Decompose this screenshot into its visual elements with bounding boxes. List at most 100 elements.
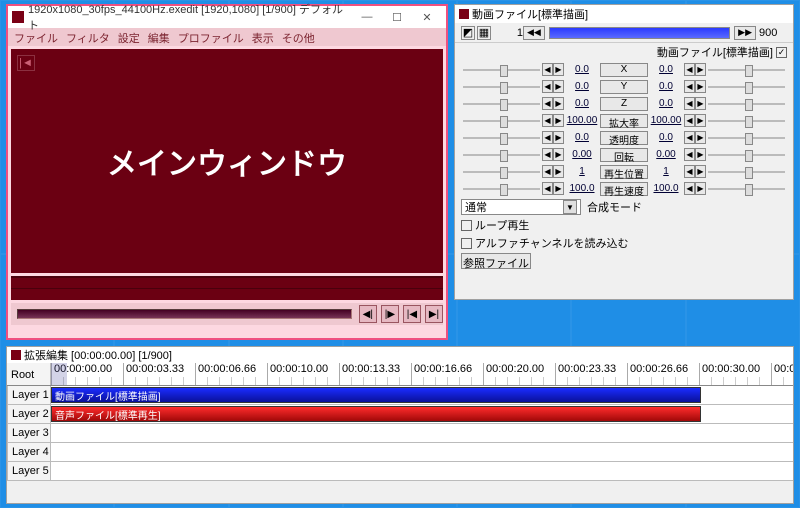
param-value-right[interactable]: 0.0 [648, 98, 684, 109]
step-inc-icon[interactable]: ▶ [553, 80, 564, 93]
layer-track[interactable] [51, 424, 793, 443]
param-slider-right[interactable] [706, 115, 787, 127]
param-button[interactable]: Y [600, 80, 648, 94]
step-dec-icon[interactable]: ◀ [684, 63, 695, 76]
settings-titlebar[interactable]: 動画ファイル[標準描画] [455, 5, 793, 23]
param-button[interactable]: 拡大率 [600, 114, 648, 128]
param-button[interactable]: Z [600, 97, 648, 111]
param-slider-left[interactable] [461, 98, 542, 110]
layer-label[interactable]: Layer 3 [7, 424, 51, 443]
param-value-left[interactable]: 0.0 [564, 81, 600, 92]
param-slider-right[interactable] [706, 166, 787, 178]
param-slider-left[interactable] [461, 166, 542, 178]
step-inc-icon[interactable]: ▶ [695, 182, 706, 195]
param-value-left[interactable]: 100.00 [564, 115, 600, 126]
layer-track[interactable]: 音声ファイル[標準再生] [51, 405, 793, 424]
video-clip[interactable]: 動画ファイル[標準描画] [51, 387, 701, 403]
step-inc-icon[interactable]: ▶ [695, 148, 706, 161]
step-dec-icon[interactable]: ◀ [684, 165, 695, 178]
step-dec-icon[interactable]: ◀ [542, 182, 553, 195]
frame-fwd-button[interactable]: ▶▶ [734, 26, 756, 40]
step-inc-icon[interactable]: ▶ [695, 165, 706, 178]
maximize-button[interactable]: ☐ [382, 8, 412, 26]
param-button[interactable]: X [600, 63, 648, 77]
layer-label[interactable]: Layer 1 [7, 386, 51, 405]
layer-label[interactable]: Layer 4 [7, 443, 51, 462]
layer-track[interactable] [51, 443, 793, 462]
param-value-right[interactable]: 100.00 [648, 115, 684, 126]
param-slider-left[interactable] [461, 81, 542, 93]
step-dec-icon[interactable]: ◀ [684, 182, 695, 195]
seek-prev-icon[interactable]: ◀| [359, 305, 377, 323]
timeline-ruler[interactable]: Root 00:00:00.0000:00:03.3300:00:06.6600… [7, 363, 793, 386]
step-inc-icon[interactable]: ▶ [553, 182, 564, 195]
param-value-left[interactable]: 0.0 [564, 132, 600, 143]
param-button[interactable]: 回転 [600, 148, 648, 162]
param-value-left[interactable]: 1 [564, 166, 600, 177]
minimize-button[interactable]: — [352, 8, 382, 26]
param-slider-left[interactable] [461, 132, 542, 144]
param-slider-right[interactable] [706, 98, 787, 110]
step-dec-icon[interactable]: ◀ [542, 97, 553, 110]
audio-clip[interactable]: 音声ファイル[標準再生] [51, 406, 701, 422]
menu-profile[interactable]: プロファイル [178, 30, 244, 44]
step-dec-icon[interactable]: ◀ [542, 148, 553, 161]
layer-track[interactable] [51, 462, 793, 481]
param-slider-left[interactable] [461, 115, 542, 127]
step-dec-icon[interactable]: ◀ [542, 165, 553, 178]
menu-view[interactable]: 表示 [252, 30, 274, 44]
frame-rew-button[interactable]: ◀◀ [523, 26, 545, 40]
step-inc-icon[interactable]: ▶ [695, 131, 706, 144]
param-value-right[interactable]: 0.00 [648, 149, 684, 160]
menu-file[interactable]: ファイル [14, 30, 58, 44]
step-dec-icon[interactable]: ◀ [684, 148, 695, 161]
param-slider-left[interactable] [461, 183, 542, 195]
step-inc-icon[interactable]: ▶ [695, 80, 706, 93]
menu-edit[interactable]: 編集 [148, 30, 170, 44]
step-dec-icon[interactable]: ◀ [684, 97, 695, 110]
step-dec-icon[interactable]: ◀ [684, 114, 695, 127]
rewind-start-icon[interactable]: |◄ [17, 55, 35, 71]
timeline-cursor[interactable] [51, 363, 67, 385]
menu-filter[interactable]: フィルタ [66, 30, 110, 44]
param-slider-left[interactable] [461, 149, 542, 161]
step-dec-icon[interactable]: ◀ [542, 131, 553, 144]
param-value-left[interactable]: 0.0 [564, 98, 600, 109]
layer-label[interactable]: Layer 5 [7, 462, 51, 481]
step-inc-icon[interactable]: ▶ [553, 63, 564, 76]
param-slider-right[interactable] [706, 132, 787, 144]
param-slider-right[interactable] [706, 81, 787, 93]
param-slider-left[interactable] [461, 64, 542, 76]
param-button[interactable]: 再生位置 [600, 165, 648, 179]
step-dec-icon[interactable]: ◀ [684, 131, 695, 144]
param-button[interactable]: 透明度 [600, 131, 648, 145]
menu-settings[interactable]: 設定 [118, 30, 140, 44]
param-slider-right[interactable] [706, 183, 787, 195]
param-slider-right[interactable] [706, 149, 787, 161]
step-inc-icon[interactable]: ▶ [695, 63, 706, 76]
step-inc-icon[interactable]: ▶ [553, 114, 564, 127]
param-value-right[interactable]: 100.0 [648, 183, 684, 194]
layer-track[interactable]: 動画ファイル[標準描画] [51, 386, 793, 405]
step-inc-icon[interactable]: ▶ [553, 131, 564, 144]
main-titlebar[interactable]: 1920x1080_30fps_44100Hz.exedit [1920,108… [8, 6, 446, 28]
close-button[interactable]: ✕ [412, 8, 442, 26]
step-dec-icon[interactable]: ◀ [684, 80, 695, 93]
align-tl-icon[interactable]: ◩ [461, 26, 475, 40]
step-dec-icon[interactable]: ◀ [542, 114, 553, 127]
ref-file-button[interactable]: 参照ファイル [461, 253, 531, 269]
alpha-check[interactable] [461, 238, 472, 249]
param-value-right[interactable]: 0.0 [648, 132, 684, 143]
seek-play-icon[interactable]: |▶ [381, 305, 399, 323]
seek-track[interactable] [17, 309, 352, 319]
param-slider-right[interactable] [706, 64, 787, 76]
param-button[interactable]: 再生速度 [600, 182, 648, 196]
frame-track[interactable] [549, 27, 730, 39]
param-value-right[interactable]: 1 [648, 166, 684, 177]
param-value-left[interactable]: 0.00 [564, 149, 600, 160]
step-dec-icon[interactable]: ◀ [542, 80, 553, 93]
param-value-left[interactable]: 100.0 [564, 183, 600, 194]
step-inc-icon[interactable]: ▶ [553, 148, 564, 161]
layer-label[interactable]: Layer 2 [7, 405, 51, 424]
blend-dropdown[interactable]: 通常 ▼ [461, 199, 581, 215]
